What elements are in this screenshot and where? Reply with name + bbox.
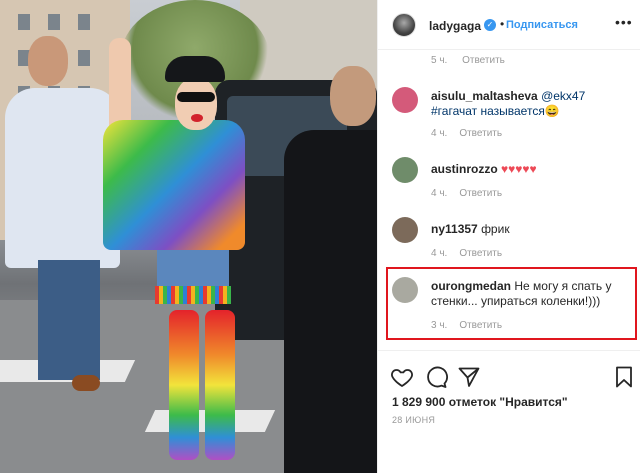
commenter-username[interactable]: ny11357 bbox=[431, 222, 478, 236]
reply-button[interactable]: Ответить bbox=[459, 248, 502, 259]
verified-badge-icon: ✓ bbox=[484, 19, 496, 31]
author-username[interactable]: ladygaga bbox=[429, 19, 481, 33]
more-options-icon[interactable]: ••• bbox=[615, 14, 633, 30]
mention-link[interactable]: @ekx47 bbox=[541, 89, 585, 103]
bodyguard-right bbox=[280, 60, 377, 473]
comment-time: 4 ч. bbox=[431, 128, 448, 139]
comments-panel: ladygaga ✓ • Подписаться ••• 5 ч. Ответи… bbox=[377, 0, 640, 473]
commenter-avatar[interactable] bbox=[392, 157, 418, 183]
comment-text: ourongmedan Не могу я спать у стенки... … bbox=[431, 279, 631, 309]
commenter-avatar[interactable] bbox=[392, 277, 418, 303]
comment-meta: 4 ч. Ответить bbox=[431, 128, 502, 139]
post-date: 28 июня bbox=[392, 415, 436, 425]
likes-count[interactable]: 1 829 900 отметок "Нравится" bbox=[392, 395, 568, 409]
comment-time: 3 ч. bbox=[431, 320, 448, 331]
comment-text: austinrozzo ♥♥♥♥♥ bbox=[431, 162, 631, 177]
follow-button[interactable]: Подписаться bbox=[506, 19, 578, 31]
commenter-username[interactable]: aisulu_maltasheva bbox=[431, 89, 538, 103]
commenter-avatar[interactable] bbox=[392, 217, 418, 243]
comment-time: 4 ч. bbox=[431, 248, 448, 259]
commenter-username[interactable]: austinrozzo bbox=[431, 162, 498, 176]
comment-text: ny11357 фрик bbox=[431, 222, 631, 237]
previous-comment-meta: 5 ч. Ответить bbox=[431, 55, 505, 66]
post-photo[interactable] bbox=[0, 0, 377, 473]
lady-gaga-figure bbox=[95, 30, 255, 470]
comment-text: aisulu_maltasheva @ekx47 #гагачат называ… bbox=[431, 89, 631, 119]
commenter-username[interactable]: ourongmedan bbox=[431, 279, 511, 293]
comment-body: ♥♥♥♥♥ bbox=[501, 162, 537, 176]
heart-icon[interactable] bbox=[390, 365, 414, 389]
bookmark-icon[interactable] bbox=[612, 365, 636, 389]
reply-button[interactable]: Ответить bbox=[459, 188, 502, 199]
comment-body[interactable]: #гагачат называется😄 bbox=[431, 104, 560, 118]
post-footer: 1 829 900 отметок "Нравится" 28 июня bbox=[378, 350, 640, 473]
reply-button[interactable]: Ответить bbox=[462, 55, 505, 66]
comment-time: 5 ч. bbox=[431, 55, 448, 66]
reply-button[interactable]: Ответить bbox=[459, 320, 502, 331]
comment-time: 4 ч. bbox=[431, 188, 448, 199]
post-header: ladygaga ✓ • Подписаться ••• bbox=[378, 0, 640, 50]
comment-meta: 4 ч. Ответить bbox=[431, 248, 502, 259]
reply-button[interactable]: Ответить bbox=[459, 128, 502, 139]
header-separator: • bbox=[500, 17, 505, 31]
comment-body: фрик bbox=[481, 222, 510, 236]
comment-meta: 4 ч. Ответить bbox=[431, 188, 502, 199]
action-bar bbox=[390, 365, 634, 391]
comment-icon[interactable] bbox=[424, 365, 448, 389]
commenter-avatar[interactable] bbox=[392, 87, 418, 113]
author-avatar[interactable] bbox=[392, 13, 416, 37]
comment-meta: 3 ч. Ответить bbox=[431, 320, 502, 331]
share-icon[interactable] bbox=[457, 365, 481, 389]
